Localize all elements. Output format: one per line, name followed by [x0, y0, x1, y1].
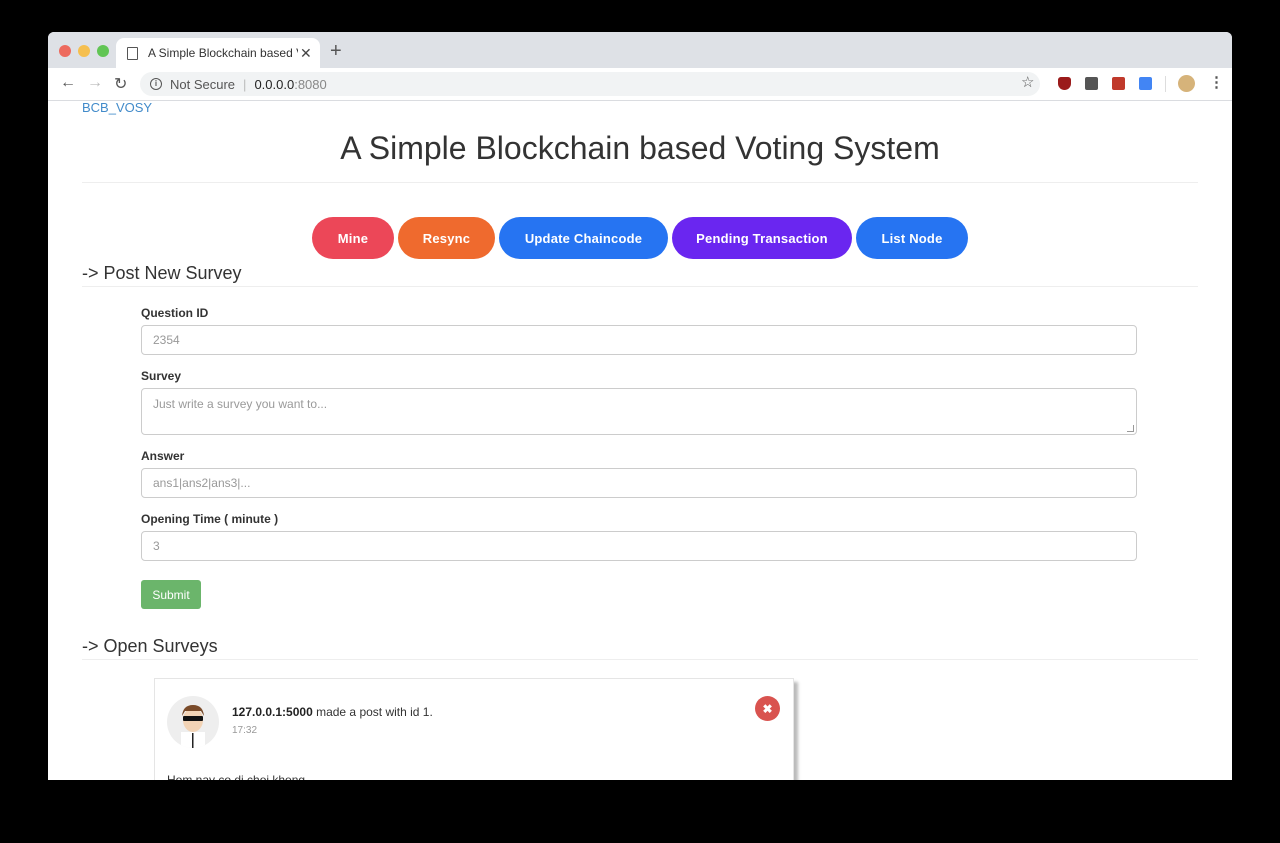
- divider: [82, 659, 1198, 660]
- delete-post-button[interactable]: ✖: [755, 696, 780, 721]
- browser-toolbar: ← → ↻ i Not Secure | 0.0.0.0:8080 ☆ ⋮: [48, 68, 1232, 101]
- minimize-window-button[interactable]: [78, 45, 90, 57]
- open-surveys-heading: -> Open Surveys: [82, 636, 218, 656]
- extension-icon[interactable]: [1085, 77, 1098, 90]
- survey-label: Survey: [141, 369, 182, 383]
- divider: [1165, 76, 1166, 92]
- question-id-placeholder: 2354: [153, 333, 180, 347]
- update-chaincode-button[interactable]: Update Chaincode: [499, 217, 668, 259]
- action-buttons: Mine Resync Update Chaincode Pending Tra…: [48, 217, 1232, 259]
- tab-title: A Simple Blockchain based Vot: [148, 46, 298, 60]
- post-time: 17:32: [232, 725, 258, 736]
- post-header: 127.0.0.1:5000 made a post with id 1.: [232, 705, 433, 719]
- brand-link[interactable]: BCB_VOSY: [82, 100, 152, 115]
- close-window-button[interactable]: [59, 45, 71, 57]
- page-title: A Simple Blockchain based Voting System: [340, 130, 940, 166]
- browser-window: A Simple Blockchain based Vot ✕ + ← → ↻ …: [48, 32, 1232, 780]
- maximize-window-button[interactable]: [97, 45, 109, 57]
- question-id-label: Question ID: [141, 306, 209, 320]
- resync-button[interactable]: Resync: [398, 217, 495, 259]
- info-icon[interactable]: i: [150, 78, 162, 90]
- post-author: 127.0.0.1:5000: [232, 705, 313, 719]
- back-icon[interactable]: ←: [60, 74, 76, 92]
- divider: [82, 182, 1198, 183]
- ublock-icon[interactable]: [1058, 77, 1071, 90]
- post-action-text: made a post with id 1.: [312, 705, 433, 719]
- bookmark-star-icon[interactable]: ☆: [1021, 73, 1034, 91]
- file-icon: [127, 46, 138, 60]
- post-body: Hom nay co di choi khong: [167, 773, 306, 780]
- url-host: 0.0.0.0: [254, 76, 295, 92]
- survey-textarea[interactable]: Just write a survey you want to...: [141, 388, 1137, 435]
- page-content: BCB_VOSY A Simple Blockchain based Votin…: [48, 100, 1232, 780]
- submit-button[interactable]: Submit: [141, 580, 201, 609]
- resize-handle-icon[interactable]: [1127, 425, 1134, 432]
- survey-placeholder: Just write a survey you want to...: [153, 397, 328, 411]
- forward-icon[interactable]: →: [87, 74, 103, 92]
- opening-time-label: Opening Time ( minute ): [141, 512, 279, 526]
- security-label: Not Secure: [170, 76, 236, 92]
- opening-time-input[interactable]: 3: [141, 531, 1137, 561]
- profile-avatar[interactable]: [1178, 75, 1195, 92]
- divider: [82, 286, 1198, 287]
- reload-icon[interactable]: ↻: [114, 74, 127, 94]
- user-avatar-icon: [181, 705, 205, 748]
- answer-placeholder: ans1|ans2|ans3|...: [153, 476, 251, 490]
- pending-transaction-button[interactable]: Pending Transaction: [672, 217, 852, 259]
- answer-input[interactable]: ans1|ans2|ans3|...: [141, 468, 1137, 498]
- close-icon: ✖: [762, 701, 773, 716]
- divider: |: [243, 76, 247, 92]
- list-node-button[interactable]: List Node: [856, 217, 968, 259]
- post-survey-heading: -> Post New Survey: [82, 263, 242, 283]
- new-tab-icon[interactable]: +: [330, 40, 342, 63]
- survey-post-card: 127.0.0.1:5000 made a post with id 1. 17…: [154, 678, 794, 780]
- mine-button[interactable]: Mine: [312, 217, 394, 259]
- address-bar[interactable]: i Not Secure | 0.0.0.0:8080: [140, 72, 1040, 96]
- translate-icon[interactable]: [1139, 77, 1152, 90]
- question-id-input[interactable]: 2354: [141, 325, 1137, 355]
- avatar: [167, 696, 219, 748]
- answer-label: Answer: [141, 449, 185, 463]
- tab-close-icon[interactable]: ✕: [300, 45, 312, 62]
- browser-tab[interactable]: A Simple Blockchain based Vot ✕: [116, 38, 320, 68]
- menu-icon[interactable]: ⋮: [1209, 73, 1224, 91]
- url-port: :8080: [294, 76, 327, 92]
- book-icon[interactable]: [1112, 77, 1125, 90]
- opening-time-placeholder: 3: [153, 539, 160, 553]
- tab-bar: A Simple Blockchain based Vot ✕ +: [48, 32, 1232, 68]
